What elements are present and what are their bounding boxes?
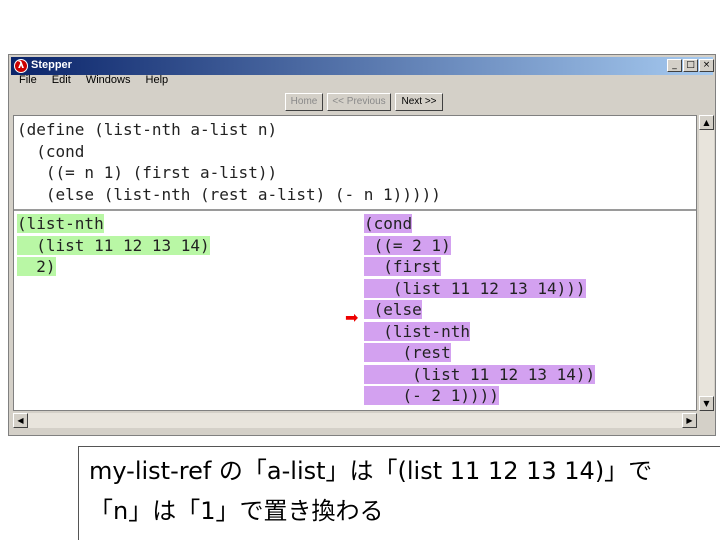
- scroll-down-icon[interactable]: ▼: [699, 396, 714, 411]
- app-lambda-icon: λ: [14, 59, 28, 73]
- caption-line-2: 「n」は「1」で置き換わる: [89, 497, 384, 525]
- step-arrow-icon: ➡: [345, 308, 359, 327]
- after-line: ((= 2 1): [364, 235, 451, 255]
- scroll-up-icon[interactable]: ▲: [699, 115, 714, 130]
- menu-bar: File Edit Windows Help: [13, 74, 174, 90]
- menu-windows[interactable]: Windows: [86, 74, 131, 86]
- step-divider: [14, 209, 696, 211]
- definition-code: (define (list-nth a-list n) (cond ((= n …: [17, 119, 441, 205]
- scroll-right-icon[interactable]: ▶: [682, 413, 697, 428]
- vertical-scrollbar[interactable]: ▲ ▼: [699, 115, 714, 411]
- before-line: (list-nth: [17, 214, 104, 233]
- definition-line: ((= n 1) (first a-list)): [17, 163, 278, 182]
- before-line: (list 11 12 13 14): [17, 235, 210, 255]
- before-expression: (list-nth (list 11 12 13 14) 2): [17, 213, 210, 278]
- window-title: Stepper: [31, 59, 72, 71]
- horizontal-scrollbar[interactable]: ◀ ▶: [13, 413, 697, 428]
- toolbar: Home << Previous Next >>: [9, 92, 715, 114]
- scroll-left-icon[interactable]: ◀: [13, 413, 28, 428]
- title-bar[interactable]: λ Stepper _ □ ×: [11, 57, 714, 75]
- previous-button[interactable]: << Previous: [327, 93, 391, 111]
- after-expression: (cond ((= 2 1) (first (list 11 12 13 14)…: [364, 213, 596, 407]
- after-line: (cond: [364, 214, 413, 233]
- stepper-window: λ Stepper _ □ × File Edit Windows Help H…: [8, 54, 716, 436]
- close-button[interactable]: ×: [699, 59, 714, 72]
- definition-line: (else (list-nth (rest a-list) (- n 1))))…: [17, 184, 441, 204]
- slide-caption: my-list-ref の「a-list」は「(list 11 12 13 14…: [78, 446, 720, 540]
- after-line: (first: [364, 257, 442, 276]
- after-line: (else: [364, 300, 422, 319]
- after-line: (- 2 1)))): [364, 386, 499, 405]
- caption-line-1: my-list-ref の「a-list」は「(list 11 12 13 14…: [89, 457, 653, 485]
- definition-line: (define (list-nth a-list n): [17, 120, 278, 139]
- before-line: 2): [17, 257, 56, 276]
- maximize-button[interactable]: □: [683, 59, 698, 72]
- after-line: (rest: [364, 343, 451, 362]
- after-line: (list 11 12 13 14)): [364, 364, 596, 384]
- after-line: (list 11 12 13 14))): [364, 278, 586, 298]
- menu-help[interactable]: Help: [146, 74, 169, 86]
- home-button[interactable]: Home: [285, 93, 323, 111]
- after-line: (list-nth: [364, 321, 470, 341]
- menu-edit[interactable]: Edit: [52, 74, 71, 86]
- definition-line: (cond: [17, 141, 85, 161]
- next-button[interactable]: Next >>: [395, 93, 443, 111]
- stepper-content: (define (list-nth a-list n) (cond ((= n …: [13, 115, 697, 411]
- minimize-button[interactable]: _: [667, 59, 682, 72]
- menu-file[interactable]: File: [19, 74, 37, 86]
